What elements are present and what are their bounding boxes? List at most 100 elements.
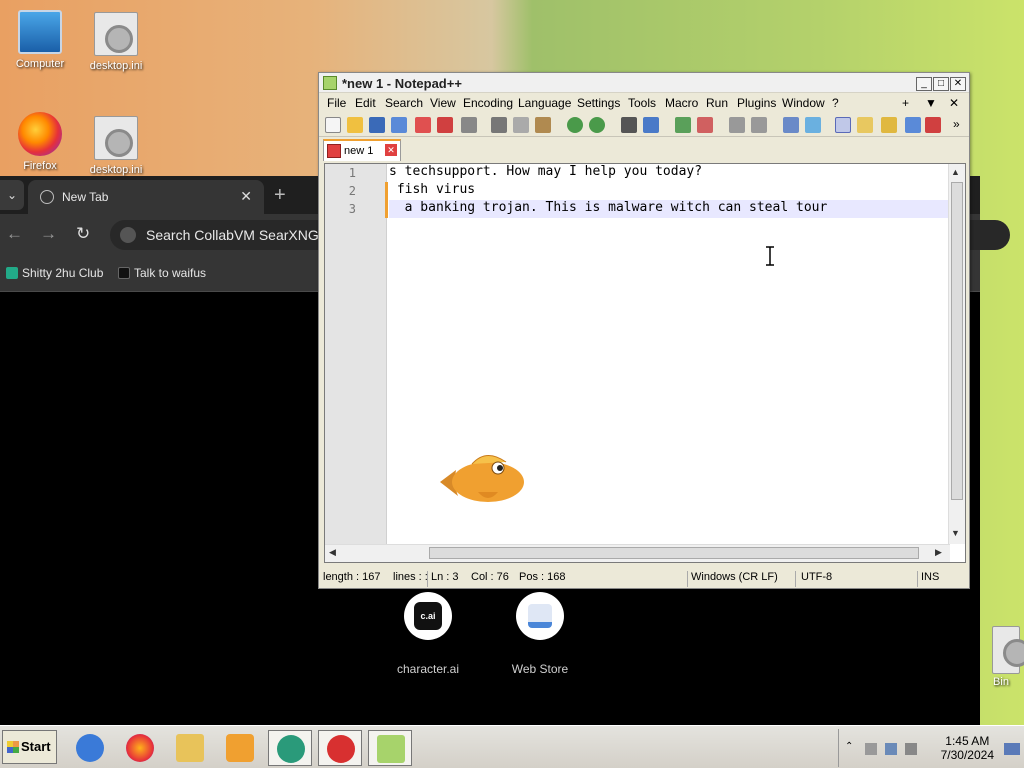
menu-language[interactable]: Language [518,96,571,110]
show-hidden-icons-icon[interactable]: ⌃ [845,741,857,753]
redo-icon[interactable] [589,117,605,133]
doc-map-icon[interactable] [857,117,873,133]
change-marker [385,200,388,218]
menu-window[interactable]: Window [782,96,825,110]
menu-encoding[interactable]: Encoding [463,96,513,110]
forward-icon[interactable]: → [40,224,57,244]
paste-icon[interactable] [535,117,551,133]
clock[interactable]: 1:45 AM 7/30/2024 [941,734,994,762]
taskbar-media-player[interactable] [218,730,262,766]
status-eol[interactable]: Windows (CR LF) [691,571,778,583]
volume-muted-icon[interactable] [905,743,917,755]
maximize-button[interactable]: □ [933,77,949,91]
shortcut-label: Web Store [511,662,569,676]
function-list-icon[interactable] [881,117,897,133]
scroll-left-icon[interactable]: ◀ [329,547,336,558]
back-icon[interactable]: ← [6,224,23,244]
menu-document-list[interactable]: ▼ [925,96,937,110]
taskbar-explorer[interactable] [168,730,212,766]
shortcut-character-ai[interactable]: c.ai character.ai [378,592,478,676]
menu-tools[interactable]: Tools [628,96,656,110]
bookmark-favicon-icon [6,267,18,279]
scroll-down-icon[interactable]: ▼ [951,528,960,538]
close-all-icon[interactable] [437,117,453,133]
word-wrap-icon[interactable] [783,117,799,133]
save-all-icon[interactable] [391,117,407,133]
folder-as-workspace-icon[interactable] [905,117,921,133]
tab-new-1[interactable]: new 1 ✕ [323,139,401,161]
sync-horizontal-icon[interactable] [751,117,767,133]
status-lines: lines : : [393,571,428,583]
close-icon[interactable]: ✕ [385,144,397,156]
new-tab-button[interactable]: + [274,184,286,207]
menu-macro[interactable]: Macro [665,96,698,110]
print-icon[interactable] [461,117,477,133]
taskbar-notepad[interactable] [368,730,412,766]
close-icon[interactable]: ✕ [240,188,252,205]
window-title: *new 1 - Notepad++ [342,76,462,91]
taskbar-app[interactable] [318,730,362,766]
shortcut-web-store[interactable]: Web Store [490,592,590,676]
taskbar-browser[interactable] [268,730,312,766]
toolbar-overflow-icon[interactable]: » [953,117,969,133]
desktop-icon-computer[interactable]: Computer [0,10,80,70]
show-desktop-icon[interactable] [1004,743,1020,755]
app-icon [327,735,355,763]
network-icon[interactable] [885,743,897,755]
editor[interactable]: 1 2 3 s techsupport. How may I help you … [324,163,966,563]
open-folder-icon[interactable] [347,117,363,133]
menu-close-document[interactable]: ✕ [949,96,959,110]
action-center-flag-icon[interactable] [865,743,877,755]
cut-icon[interactable] [491,117,507,133]
new-file-icon[interactable] [325,117,341,133]
windows-flag-icon [7,741,19,753]
menu-file[interactable]: File [327,96,346,110]
fish-sprite[interactable] [438,448,530,508]
menu-run[interactable]: Run [706,96,728,110]
close-button[interactable]: ✕ [950,77,966,91]
tab-search-button[interactable]: ⌄ [0,180,24,210]
desktop-icon-label: Computer [15,58,65,70]
zoom-out-icon[interactable] [697,117,713,133]
status-encoding[interactable]: UTF-8 [801,571,832,583]
desktop-icon-desktop-ini-2[interactable]: desktop.ini [76,116,156,176]
replace-icon[interactable] [643,117,659,133]
browser-tab[interactable]: New Tab ✕ [28,180,264,214]
sync-vertical-icon[interactable] [729,117,745,133]
horizontal-scrollbar[interactable]: ◀ ▶ [325,544,950,562]
find-icon[interactable] [621,117,637,133]
menu-new-document[interactable]: + [902,96,909,110]
reload-icon[interactable]: ↻ [76,224,90,244]
undo-icon[interactable] [567,117,583,133]
menu-settings[interactable]: Settings [577,96,620,110]
close-file-icon[interactable] [415,117,431,133]
indent-guide-icon[interactable] [835,117,851,133]
bookmark-item[interactable]: Shitty 2hu Club [6,266,103,280]
desktop-icon-desktop-ini-1[interactable]: desktop.ini [76,12,156,72]
minimize-button[interactable]: _ [916,77,932,91]
start-button[interactable]: Start [2,730,57,764]
desktop-icon-firefox[interactable]: Firefox [0,112,80,172]
browser-icon [277,735,305,763]
browser-tab-title: New Tab [62,190,109,204]
menu-edit[interactable]: Edit [355,96,376,110]
address-bar-text: Search CollabVM SearXNG o [146,227,331,243]
menu-search[interactable]: Search [385,96,423,110]
desktop-icon-recycle-bin[interactable]: Bin [978,626,1024,688]
zoom-in-icon[interactable] [675,117,691,133]
menu-help[interactable]: ? [832,96,839,110]
bookmark-item[interactable]: Talk to waifus [118,266,206,280]
vertical-scrollbar[interactable]: ▲ ▼ [948,164,965,544]
save-icon[interactable] [369,117,385,133]
show-all-chars-icon[interactable] [805,117,821,133]
taskbar-firefox[interactable] [118,730,162,766]
taskbar-ie[interactable] [68,730,112,766]
macro-record-icon[interactable] [925,117,941,133]
scroll-right-icon[interactable]: ▶ [935,547,942,558]
menu-view[interactable]: View [430,96,456,110]
copy-icon[interactable] [513,117,529,133]
scroll-up-icon[interactable]: ▲ [951,167,960,177]
window-title-bar[interactable]: *new 1 - Notepad++ _ □ ✕ [319,73,969,93]
menu-plugins[interactable]: Plugins [737,96,776,110]
shortcut-icon: c.ai [404,592,452,640]
